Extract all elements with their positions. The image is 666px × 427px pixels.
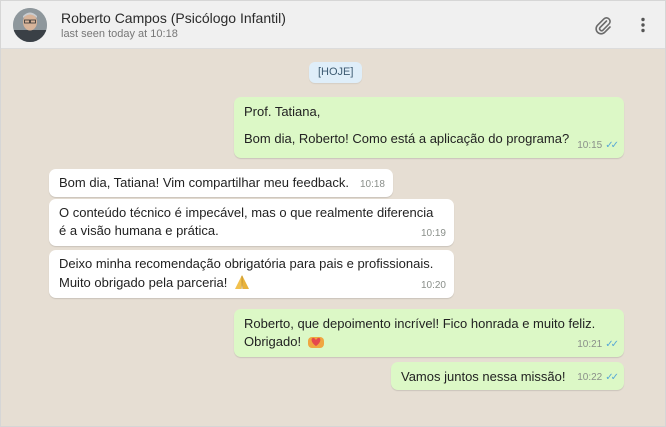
message-time: 10:15: [577, 140, 603, 151]
read-ticks-icon: ✓✓: [605, 140, 619, 151]
contact-name[interactable]: Roberto Campos (Psicólogo Infantil): [61, 10, 286, 26]
chat-area[interactable]: [HOJE] Prof. Tatiana, Bom dia, Roberto! …: [1, 49, 665, 426]
message-bubble-incoming[interactable]: O conteúdo técnico é impecável, mas o qu…: [49, 199, 454, 246]
message-meta: 10:22 ✓✓: [577, 368, 619, 387]
message-time: 10:19: [420, 228, 446, 239]
message-text: é a visão humana e prática.: [59, 223, 219, 238]
message-bubble-outgoing[interactable]: Prof. Tatiana, Bom dia, Roberto! Como es…: [234, 97, 624, 158]
message-bubble-incoming[interactable]: Bom dia, Tatiana! Vim compartilhar meu f…: [49, 169, 393, 197]
message-text: Bom dia, Tatiana! Vim compartilhar meu f…: [59, 175, 349, 190]
folded-hands-icon: [233, 274, 251, 290]
paperclip-icon[interactable]: [593, 15, 613, 35]
message-time: 10:22: [577, 372, 603, 383]
message-meta: 10:15 ✓✓: [577, 136, 619, 155]
message-text: Bom dia, Roberto! Como está a aplicação …: [244, 131, 570, 146]
message-text: Muito obrigado pela parceria!: [59, 275, 228, 290]
message-text: Prof. Tatiana,: [244, 104, 321, 119]
more-vertical-icon[interactable]: [633, 15, 653, 35]
message-text: O conteúdo técnico é impecável, mas o qu…: [59, 205, 434, 220]
message-text: Deixo minha recomendação obrigatória par…: [59, 256, 434, 271]
message-text: Vamos juntos nessa missão!: [401, 369, 566, 384]
message-text-line: Muito obrigado pela parceria!: [59, 273, 251, 292]
message-time: 10:18: [359, 179, 385, 190]
message-text: Obrigado!: [244, 334, 302, 349]
message-bubble-incoming[interactable]: Deixo minha recomendação obrigatória par…: [49, 250, 454, 298]
avatar[interactable]: [13, 8, 47, 42]
message-bubble-outgoing[interactable]: Vamos juntos nessa missão! 10:22 ✓✓: [391, 362, 624, 390]
message-meta: 10:21 ✓✓: [577, 335, 619, 354]
chat-header: Roberto Campos (Psicólogo Infantil) last…: [1, 1, 665, 49]
read-ticks-icon: ✓✓: [605, 372, 619, 383]
chat-window: Roberto Campos (Psicólogo Infantil) last…: [0, 0, 666, 427]
heart-hands-icon: [307, 333, 325, 349]
message-time: 10:21: [577, 339, 603, 350]
message-time: 10:20: [420, 280, 446, 291]
date-chip: [HOJE]: [309, 62, 363, 83]
read-ticks-icon: ✓✓: [605, 339, 619, 350]
message-bubble-outgoing[interactable]: Roberto, que depoimento incrível! Fico h…: [234, 309, 624, 357]
message-text-line: Obrigado!: [244, 332, 325, 351]
message-text: Roberto, que depoimento incrível! Fico h…: [244, 316, 596, 331]
last-seen-status: last seen today at 10:18: [61, 28, 178, 40]
